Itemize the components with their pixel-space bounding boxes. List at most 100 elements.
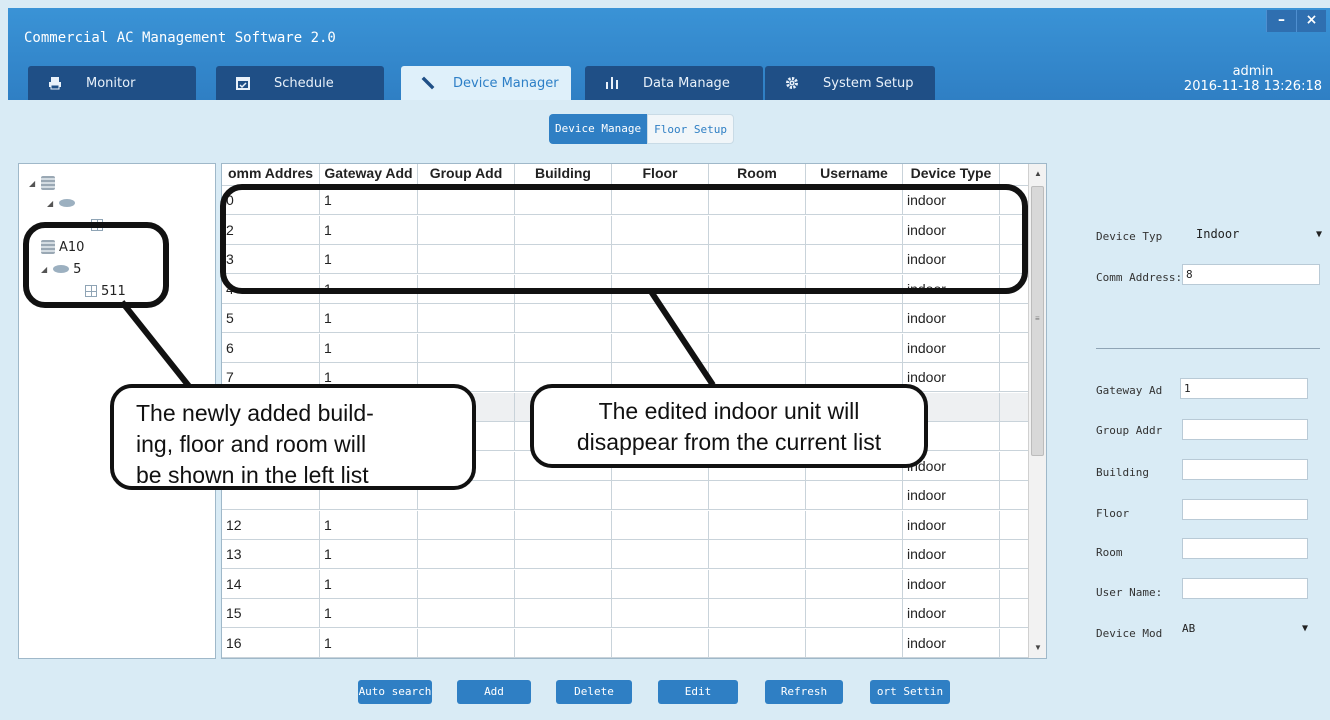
tab-schedule[interactable]: Schedule bbox=[216, 66, 384, 100]
room-input[interactable] bbox=[1182, 538, 1308, 559]
tree-node-building-a10[interactable]: A10 bbox=[41, 238, 84, 256]
expand-toggle-icon[interactable]: ◢ bbox=[41, 265, 47, 274]
table-cell bbox=[612, 304, 709, 333]
chevron-down-icon: ▼ bbox=[1315, 229, 1322, 240]
callout-line: be shown in the left list bbox=[136, 462, 369, 488]
floor-input[interactable] bbox=[1182, 499, 1308, 520]
bar-chart-icon bbox=[603, 74, 621, 92]
close-button[interactable]: × bbox=[1296, 10, 1326, 32]
table-cell bbox=[515, 215, 612, 245]
table-row[interactable]: 4 1 indoor bbox=[222, 274, 1028, 304]
window-controls: – × bbox=[1266, 10, 1326, 32]
expand-toggle-icon[interactable]: ◢ bbox=[29, 179, 35, 188]
table-cell: indoor bbox=[903, 215, 1000, 245]
building-input[interactable] bbox=[1182, 459, 1308, 480]
table-row[interactable]: 2 1 indoor bbox=[222, 215, 1028, 245]
table-cell bbox=[806, 510, 903, 540]
table-cell bbox=[418, 510, 515, 540]
table-cell bbox=[709, 333, 806, 363]
device-mode-select[interactable]: AB ▼ bbox=[1182, 618, 1308, 639]
table-cell bbox=[418, 333, 515, 363]
table-row[interactable]: 6 1 indoor bbox=[222, 333, 1028, 363]
username-input[interactable] bbox=[1182, 578, 1308, 599]
callout-right: The edited indoor unit will disappear fr… bbox=[530, 384, 928, 468]
table-row[interactable]: 13 1 indoor bbox=[222, 540, 1028, 569]
tree-node-floor-5[interactable]: ◢ 5 bbox=[41, 260, 81, 278]
table-cell: 0 bbox=[222, 186, 320, 215]
floor-icon bbox=[59, 199, 76, 207]
table-row[interactable]: 0 1 indoor bbox=[222, 186, 1028, 215]
table-cell: 6 bbox=[222, 333, 320, 363]
scroll-down-icon[interactable]: ▼ bbox=[1029, 640, 1046, 656]
table-cell: 1 bbox=[320, 599, 418, 628]
device-type-select[interactable]: Indoor ▼ bbox=[1196, 224, 1322, 245]
device-form: Device Typ Indoor ▼ Comm Address: 8 Gate… bbox=[1096, 224, 1326, 654]
add-button[interactable]: Add bbox=[457, 680, 531, 704]
table-row[interactable]: 14 1 indoor bbox=[222, 569, 1028, 599]
user-info: admin 2016-11-18 13:26:18 bbox=[1184, 64, 1322, 94]
tree-node-floor[interactable]: ◢ bbox=[47, 194, 79, 212]
subtab-floor-setup[interactable]: Floor Setup bbox=[647, 114, 734, 144]
table-cell bbox=[418, 274, 515, 304]
minimize-button[interactable]: – bbox=[1266, 10, 1296, 32]
tab-data-manage[interactable]: Data Manage bbox=[585, 66, 763, 100]
gear-icon bbox=[783, 74, 801, 92]
table-cell bbox=[709, 540, 806, 569]
table-cell bbox=[806, 333, 903, 363]
column-header[interactable]: Gateway Add bbox=[320, 164, 418, 186]
table-cell bbox=[515, 304, 612, 333]
delete-button[interactable]: Delete bbox=[556, 680, 632, 704]
building-label: Building bbox=[1096, 466, 1149, 479]
column-header[interactable]: Group Add bbox=[418, 164, 515, 186]
table-cell bbox=[515, 599, 612, 628]
expand-toggle-icon[interactable]: ◢ bbox=[47, 199, 53, 208]
table-cell bbox=[612, 274, 709, 304]
room-icon bbox=[91, 219, 103, 231]
table-cell bbox=[612, 569, 709, 599]
table-cell bbox=[418, 215, 515, 245]
table-cell: 2 bbox=[222, 215, 320, 245]
comm-address-input[interactable]: 8 bbox=[1182, 264, 1320, 285]
table-row[interactable]: 16 1 indoor bbox=[222, 628, 1028, 658]
column-header[interactable]: Room bbox=[709, 164, 806, 186]
tab-label: Monitor bbox=[86, 75, 136, 91]
table-row[interactable]: 5 1 indoor bbox=[222, 304, 1028, 333]
table-cell bbox=[709, 628, 806, 658]
port-setting-button[interactable]: ort Settin bbox=[870, 680, 950, 704]
table-cell: 16 bbox=[222, 628, 320, 658]
tab-label: System Setup bbox=[823, 75, 914, 91]
tab-device-manager[interactable]: Device Manager bbox=[401, 66, 571, 100]
table-cell bbox=[515, 274, 612, 304]
table-cell: 5 bbox=[222, 304, 320, 333]
tree-label: 511 bbox=[101, 283, 126, 299]
tree-root[interactable]: ◢ bbox=[29, 174, 59, 192]
tree-node-room-511[interactable]: 511 bbox=[85, 282, 126, 300]
auto-search-button[interactable]: Auto search bbox=[358, 680, 432, 704]
tab-monitor[interactable]: Monitor bbox=[28, 66, 196, 100]
tab-system-setup[interactable]: System Setup bbox=[765, 66, 935, 100]
edit-button[interactable]: Edit bbox=[658, 680, 738, 704]
refresh-button[interactable]: Refresh bbox=[765, 680, 843, 704]
column-header[interactable]: Device Type bbox=[903, 164, 1000, 186]
table-scrollbar[interactable]: ▲ ≡ ▼ bbox=[1028, 164, 1046, 658]
table-row[interactable]: 15 1 indoor bbox=[222, 599, 1028, 628]
column-header[interactable]: Building bbox=[515, 164, 612, 186]
subtab-device-manage[interactable]: Device Manage bbox=[549, 114, 648, 144]
scroll-thumb[interactable]: ≡ bbox=[1031, 186, 1044, 456]
table-cell: indoor bbox=[903, 304, 1000, 333]
tree-node-room[interactable] bbox=[91, 216, 107, 234]
table-cell bbox=[418, 304, 515, 333]
column-header[interactable]: Username bbox=[806, 164, 903, 186]
table-cell bbox=[806, 274, 903, 304]
gateway-address-input[interactable]: 1 bbox=[1180, 378, 1308, 399]
group-address-input[interactable] bbox=[1182, 419, 1308, 440]
table-cell bbox=[806, 186, 903, 215]
table-row[interactable]: 3 1 indoor bbox=[222, 245, 1028, 274]
table-row[interactable]: 12 1 indoor bbox=[222, 510, 1028, 540]
column-header[interactable]: Floor bbox=[612, 164, 709, 186]
callout-line: disappear from the current list bbox=[576, 429, 882, 455]
table-cell bbox=[612, 481, 709, 510]
scroll-up-icon[interactable]: ▲ bbox=[1029, 166, 1046, 182]
username: admin bbox=[1232, 64, 1274, 79]
column-header[interactable]: omm Addres bbox=[222, 164, 320, 186]
